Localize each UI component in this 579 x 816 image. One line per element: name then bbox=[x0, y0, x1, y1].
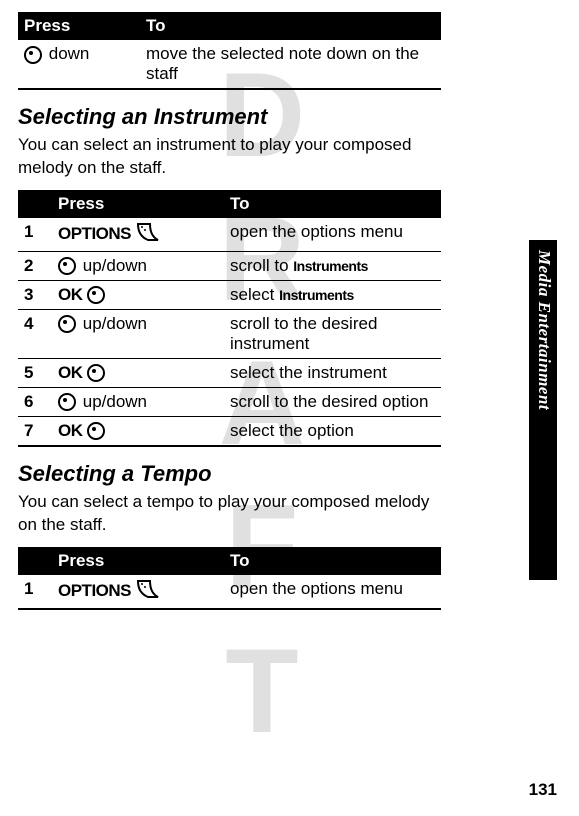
softkey-icon bbox=[136, 579, 162, 604]
to-prefix: scroll to bbox=[230, 256, 293, 275]
cell-press: OK bbox=[52, 416, 224, 446]
cell-num: 1 bbox=[18, 575, 52, 609]
col-blank bbox=[18, 190, 52, 218]
cell-to: open the options menu bbox=[224, 218, 441, 252]
cell-press: OPTIONS bbox=[52, 218, 224, 252]
table-press-to-2: Press To 1 OPTIONS open the options menu… bbox=[18, 190, 441, 447]
dial-icon bbox=[58, 257, 76, 275]
cell-num: 5 bbox=[18, 358, 52, 387]
cell-press: up/down bbox=[52, 387, 224, 416]
cell-num: 2 bbox=[18, 251, 52, 280]
dial-icon bbox=[24, 46, 42, 64]
cell-num: 1 bbox=[18, 218, 52, 252]
press-label: up/down bbox=[83, 256, 147, 275]
page-number: 131 bbox=[529, 780, 557, 800]
cell-to: scroll to Instruments bbox=[224, 251, 441, 280]
dial-icon bbox=[58, 393, 76, 411]
cell-to: scroll to the desired option bbox=[224, 387, 441, 416]
table-row: 2 up/down scroll to Instruments bbox=[18, 251, 441, 280]
to-bold: Instruments bbox=[293, 258, 368, 274]
col-blank bbox=[18, 547, 52, 575]
col-to: To bbox=[224, 190, 441, 218]
cell-num: 3 bbox=[18, 280, 52, 309]
heading-selecting-tempo: Selecting a Tempo bbox=[18, 461, 441, 487]
cell-to: move the selected note down on the staff bbox=[140, 40, 441, 89]
cell-press: up/down bbox=[52, 309, 224, 358]
cell-num: 4 bbox=[18, 309, 52, 358]
col-press: Press bbox=[18, 12, 140, 40]
press-bold: OPTIONS bbox=[58, 581, 131, 600]
cell-press: down bbox=[18, 40, 140, 89]
page-content: Press To down move the selected note dow… bbox=[0, 0, 501, 610]
press-label: down bbox=[49, 44, 90, 63]
press-bold: OK bbox=[58, 285, 83, 304]
cell-press: OK bbox=[52, 358, 224, 387]
to-bold: Instruments bbox=[279, 287, 354, 303]
table-header-row: Press To bbox=[18, 547, 441, 575]
table-row: 5 OK select the instrument bbox=[18, 358, 441, 387]
col-to: To bbox=[224, 547, 441, 575]
table-row: down move the selected note down on the … bbox=[18, 40, 441, 89]
table-header-row: Press To bbox=[18, 12, 441, 40]
cell-num: 6 bbox=[18, 387, 52, 416]
table-row: 7 OK select the option bbox=[18, 416, 441, 446]
cell-to: select the instrument bbox=[224, 358, 441, 387]
cell-to: scroll to the desired instrument bbox=[224, 309, 441, 358]
press-bold: OK bbox=[58, 421, 83, 440]
dial-icon bbox=[87, 422, 105, 440]
dial-icon bbox=[58, 315, 76, 333]
cell-to: select Instruments bbox=[224, 280, 441, 309]
side-tab-label: Media Entertainment bbox=[534, 250, 554, 410]
table-press-to-1: Press To down move the selected note dow… bbox=[18, 12, 441, 90]
table-row: 1 OPTIONS open the options menu bbox=[18, 218, 441, 252]
table-row: 6 up/down scroll to the desired option bbox=[18, 387, 441, 416]
press-label: up/down bbox=[83, 314, 147, 333]
dial-icon bbox=[87, 364, 105, 382]
col-to: To bbox=[140, 12, 441, 40]
table-press-to-3: Press To 1 OPTIONS open the options menu bbox=[18, 547, 441, 610]
dial-icon bbox=[87, 286, 105, 304]
col-press: Press bbox=[52, 547, 224, 575]
press-bold: OK bbox=[58, 363, 83, 382]
cell-num: 7 bbox=[18, 416, 52, 446]
body-selecting-instrument: You can select an instrument to play you… bbox=[18, 134, 441, 180]
to-prefix: select bbox=[230, 285, 279, 304]
body-selecting-tempo: You can select a tempo to play your comp… bbox=[18, 491, 441, 537]
cell-press: OK bbox=[52, 280, 224, 309]
cell-to: select the option bbox=[224, 416, 441, 446]
heading-selecting-instrument: Selecting an Instrument bbox=[18, 104, 441, 130]
press-bold: OPTIONS bbox=[58, 224, 131, 243]
cell-to: open the options menu bbox=[224, 575, 441, 609]
cell-press: OPTIONS bbox=[52, 575, 224, 609]
press-label: up/down bbox=[83, 392, 147, 411]
softkey-icon bbox=[136, 222, 162, 247]
col-press: Press bbox=[52, 190, 224, 218]
table-row: 1 OPTIONS open the options menu bbox=[18, 575, 441, 609]
cell-press: up/down bbox=[52, 251, 224, 280]
table-row: 4 up/down scroll to the desired instrume… bbox=[18, 309, 441, 358]
table-header-row: Press To bbox=[18, 190, 441, 218]
table-row: 3 OK select Instruments bbox=[18, 280, 441, 309]
